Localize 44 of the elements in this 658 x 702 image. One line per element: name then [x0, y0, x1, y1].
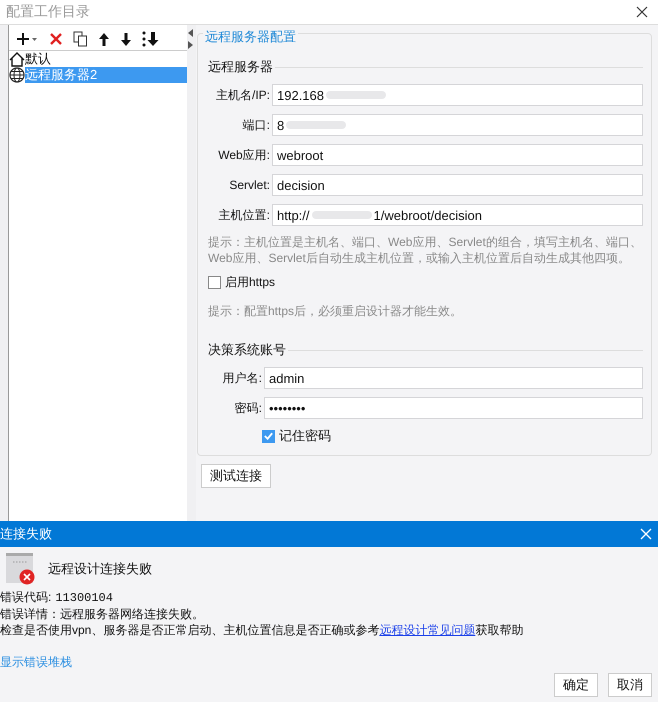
input-field[interactable]: decision — [272, 174, 643, 196]
add-icon[interactable] — [15, 31, 39, 47]
input-field[interactable]: http:// 1/webroot/decision — [272, 204, 643, 226]
field-label: 端口: — [242, 116, 271, 134]
delete-icon[interactable] — [49, 32, 63, 46]
field-label: 用户名: — [222, 370, 263, 386]
help-sentence: 检查是否使用vpn、服务器是否正常启动、主机位置信息是否正确或参考远程设计常见问题获取帮助 — [0, 623, 524, 637]
checkbox[interactable] — [208, 276, 221, 289]
tree-item[interactable]: 默认 — [25, 51, 187, 67]
error-code: 11300104 — [55, 591, 113, 605]
section-title: 远程服务器 — [208, 58, 273, 76]
arrow-down-icon[interactable] — [120, 32, 132, 46]
field-label: Web应用: — [217, 146, 271, 164]
input-field[interactable]: admin — [264, 367, 643, 389]
input-field[interactable]: 192.168 — [272, 84, 643, 106]
dialog-button[interactable]: 确定 — [554, 673, 598, 697]
move-bottom-icon[interactable] — [142, 31, 160, 47]
field-label: 主机位置: — [218, 206, 271, 224]
error-detail: 错误详情：远程服务器网络连接失败。 — [0, 607, 204, 621]
copy-icon[interactable] — [73, 31, 88, 47]
hint-text: 提示：主机位置是主机名、端口、Web应用、Servlet的组合，填写主机名、端口、Web应用、Servlet后自动生成主机位置，或输入主机位置后自动生成其他四项。 — [208, 234, 643, 266]
error-code-label: 错误代码: — [0, 590, 52, 604]
close-icon[interactable] — [636, 6, 648, 18]
home-icon — [9, 52, 25, 66]
input-field[interactable]: webroot — [272, 144, 643, 166]
checkbox[interactable] — [262, 430, 275, 442]
dialog-button[interactable]: 取消 — [608, 673, 652, 697]
checkbox-label: 记住密码 — [279, 427, 331, 445]
test-connection-button[interactable]: 测试连接 — [201, 464, 271, 488]
hint-text: 提示：配置https后，必须重启设计器才能生效。 — [208, 303, 464, 319]
checkbox-label: 启用https — [225, 274, 276, 291]
field-label: 主机名/IP: — [214, 86, 271, 104]
field-label: Servlet: — [228, 178, 271, 192]
dialog-title: 连接失败 — [0, 525, 52, 543]
window-title: 配置工作目录 — [6, 3, 90, 21]
error-heading: 远程设计连接失败 — [48, 560, 152, 578]
section-title: 决策系统账号 — [208, 341, 286, 359]
error-icon — [6, 553, 36, 585]
panel-title: 远程服务器配置 — [203, 28, 298, 46]
arrow-up-icon[interactable] — [98, 32, 110, 46]
input-field[interactable]: 8 — [272, 114, 643, 136]
faq-link[interactable]: 远程设计常见问题 — [379, 623, 476, 637]
field-label: 密码: — [234, 400, 263, 416]
input-field[interactable]: •••••••• — [264, 397, 643, 419]
